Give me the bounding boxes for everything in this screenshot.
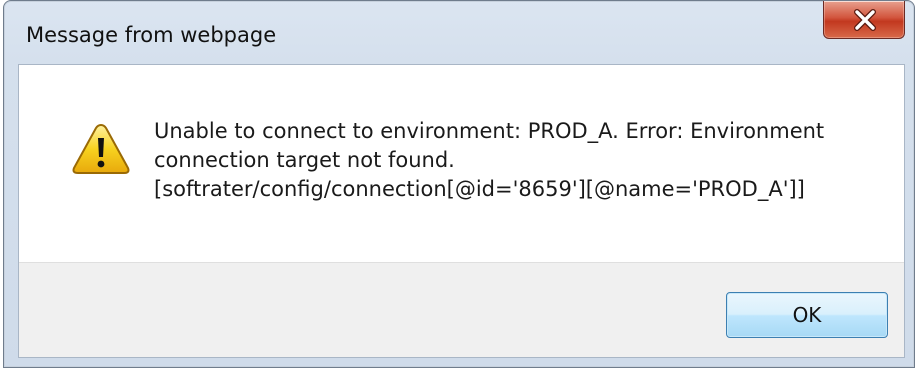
content-frame: Unable to connect to environment: PROD_A… — [18, 64, 905, 358]
title-bar[interactable]: Message from webpage — [4, 1, 914, 65]
warning-icon — [72, 123, 130, 174]
message-dialog: Message from webpage Unable to connect t… — [3, 0, 915, 368]
button-bar: OK — [19, 262, 904, 357]
message-line: [softrater/config/connection[@id='8659']… — [154, 177, 805, 201]
message-line: connection target not found. — [154, 148, 455, 172]
close-icon — [854, 9, 876, 31]
close-button[interactable] — [823, 1, 905, 39]
message-area: Unable to connect to environment: PROD_A… — [19, 65, 904, 262]
message-text: Unable to connect to environment: PROD_A… — [154, 117, 884, 204]
message-line: Unable to connect to environment: PROD_A… — [154, 119, 825, 143]
ok-button[interactable]: OK — [726, 292, 888, 338]
window-title: Message from webpage — [26, 23, 277, 47]
